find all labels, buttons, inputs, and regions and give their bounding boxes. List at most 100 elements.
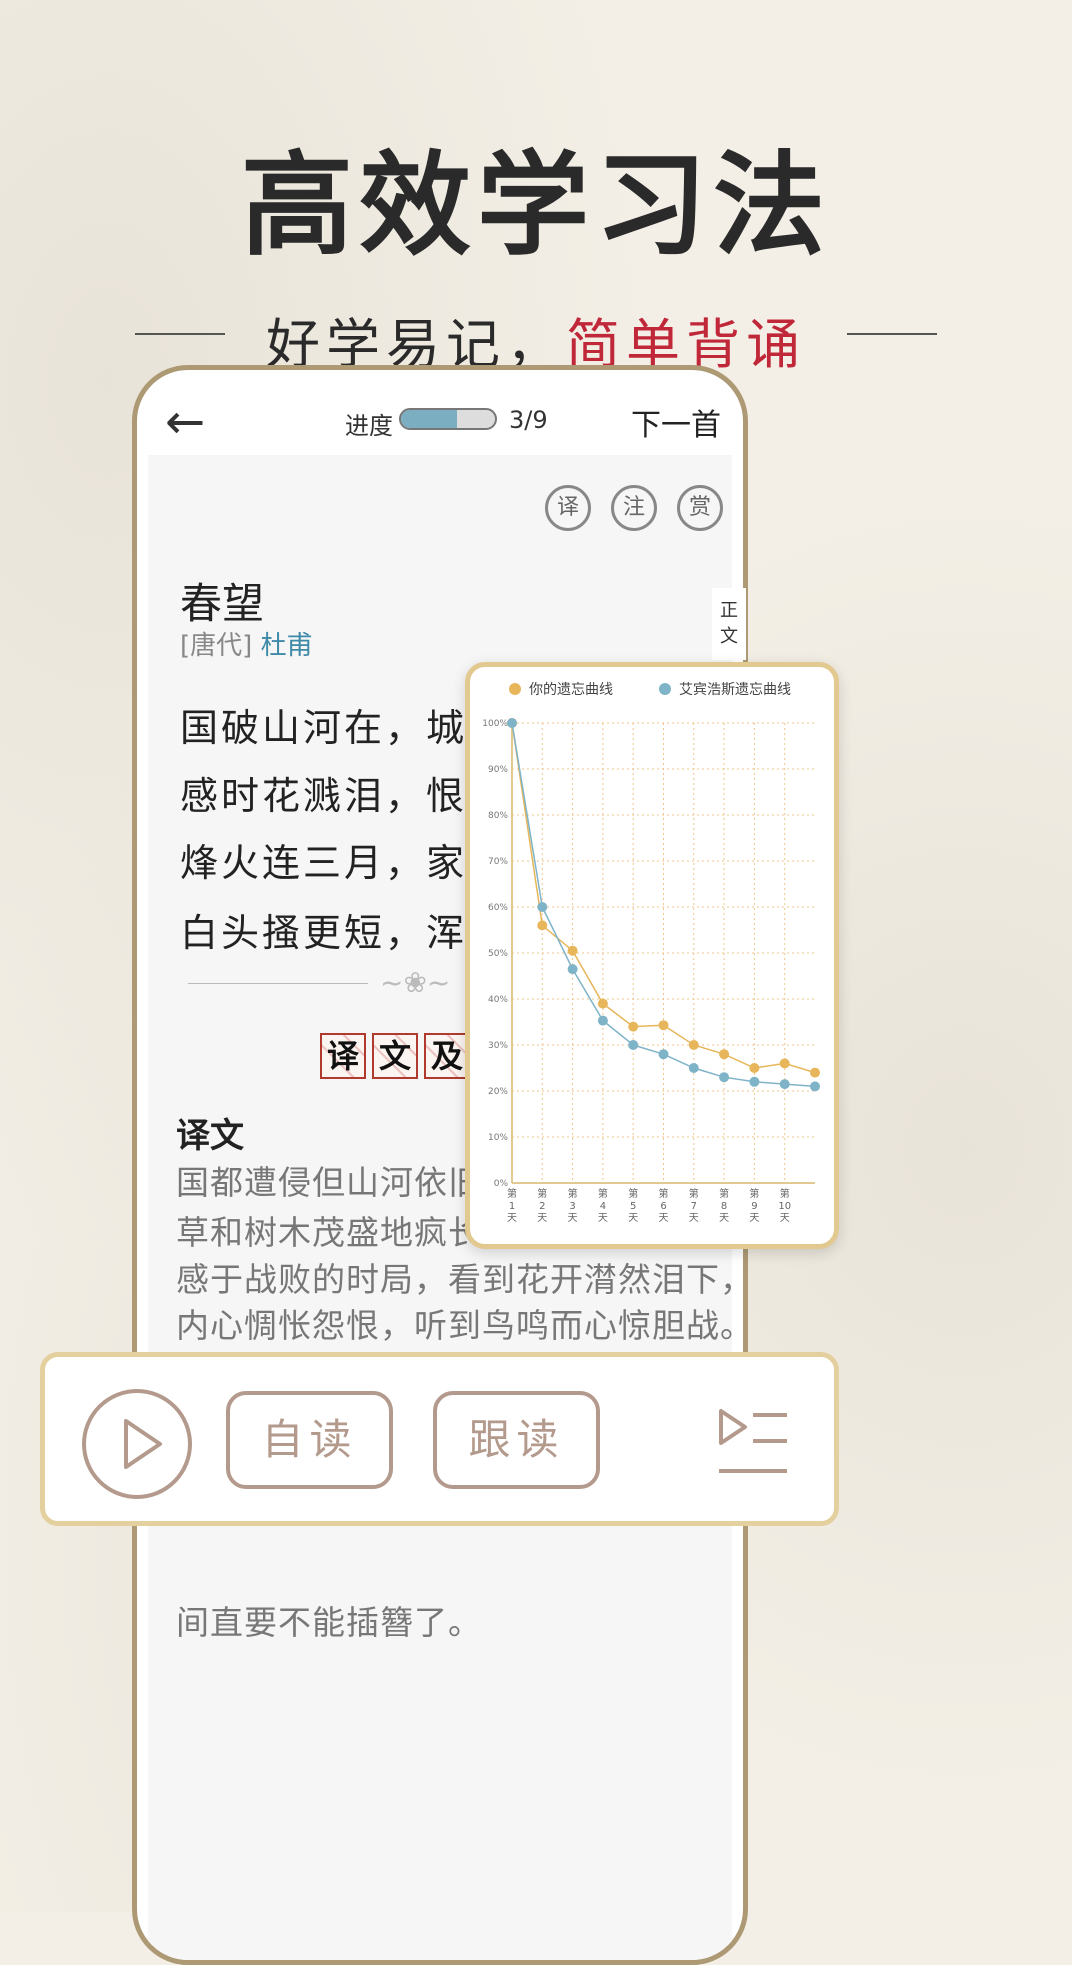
subtitle-line-right [847,333,937,335]
x-tick-label: 天 [537,1213,547,1224]
data-point [628,1021,639,1032]
data-point [719,1072,730,1083]
x-tick-label: 第 [749,1187,759,1200]
data-point [779,1079,790,1090]
data-point [658,1049,669,1060]
top-bar: ← 进度 3/9 下一首 [137,370,743,455]
y-tick-label: 30% [488,1041,508,1051]
translation-line: 草和树木茂盛地疯长 [176,1213,482,1252]
author-link[interactable]: 杜甫 [261,631,313,661]
poem-line: 白头搔更短，浑欲 [180,911,509,955]
legend-label: 你的遗忘曲线 [529,682,613,698]
translate-button[interactable]: 译 [545,485,591,531]
data-point [597,998,608,1009]
follow-read-button[interactable]: 跟读 [433,1391,600,1489]
x-tick-label: 第 [598,1187,608,1200]
play-icon [124,1419,162,1469]
series-line [511,722,816,1074]
x-tick-label: 2 [539,1201,545,1212]
x-tick-label: 第 [780,1187,790,1200]
x-tick-label: 第 [628,1187,638,1200]
tab-label: 正 [720,600,738,621]
divider [188,983,368,984]
play-button[interactable] [82,1389,192,1499]
arrow-left-icon[interactable]: ← [165,398,205,446]
progress-fill [401,410,458,428]
x-tick-label: 第 [719,1187,729,1200]
x-tick-label: 1 [509,1201,515,1212]
data-point [507,718,517,728]
x-tick-label: 天 [568,1213,578,1224]
progress-label: 进度 [345,412,393,440]
x-tick-label: 天 [659,1213,669,1224]
x-tick-label: 天 [780,1213,790,1224]
playlist-icon[interactable] [717,1407,789,1477]
x-tick-label: 7 [691,1201,697,1212]
y-tick-label: 0% [494,1179,509,1189]
y-tick-label: 20% [488,1087,508,1097]
y-tick-label: 80% [488,811,508,821]
legend-marker [659,683,671,695]
x-tick-label: 5 [630,1201,636,1212]
x-tick-label: 6 [660,1201,666,1212]
data-point [810,1067,820,1078]
notes-button[interactable]: 注 [611,485,657,531]
x-tick-label: 第 [537,1187,547,1200]
y-tick-label: 10% [488,1133,508,1143]
x-tick-label: 10 [778,1201,791,1212]
poem-line: 烽火连三月，家书 [180,841,509,885]
section-stamp[interactable]: 文 [372,1033,418,1079]
poem-meta: [唐代] 杜甫 [180,625,313,662]
data-point [537,902,548,912]
data-point [749,1076,760,1087]
x-tick-label: 天 [749,1213,759,1224]
section-stamp[interactable]: 译 [320,1033,366,1079]
x-tick-label: 第 [568,1187,578,1200]
poem-line: 感时花溅泪，恨别 [180,774,509,818]
headline: 高效学习法 [241,140,831,271]
data-point [749,1063,760,1073]
poem-title: 春望 [180,579,265,628]
y-tick-label: 100% [482,719,508,729]
data-point [719,1049,730,1060]
appreciation-button[interactable]: 赏 [677,485,723,531]
translation-line: 国都遭侵但山河依旧 [176,1163,482,1202]
y-tick-label: 40% [488,995,508,1005]
bottom-bar: 自读 跟读 [40,1352,839,1526]
translation-title: 译文 [176,1116,244,1156]
tab-main-text[interactable]: 正文 [712,588,746,660]
data-point [567,945,578,956]
progress-count: 3/9 [509,406,548,434]
data-point [810,1081,820,1092]
data-point [537,920,548,931]
x-tick-label: 第 [659,1187,669,1200]
x-tick-label: 天 [507,1213,517,1224]
x-tick-label: 4 [600,1201,606,1212]
x-tick-label: 8 [721,1201,727,1212]
x-tick-label: 天 [719,1213,729,1224]
progress-bar [399,408,497,430]
ornament-icon: ~❀~ [380,966,451,999]
data-point [628,1040,639,1050]
data-point [597,1015,608,1026]
y-tick-label: 60% [488,903,508,913]
data-point [779,1058,790,1069]
dynasty: [唐代] [180,631,253,661]
data-point [567,964,578,975]
y-tick-label: 70% [488,857,508,867]
forgetting-curve-card: 你的遗忘曲线 艾宾浩斯遗忘曲线 0% 10% 20% 30% 40% 50% 60% 70% 80%… [465,662,839,1249]
poem-line: 国破山河在，城春 [180,706,509,750]
x-tick-label: 天 [598,1213,608,1224]
x-tick-label: 第 [507,1187,517,1200]
tab-label: 文 [720,626,738,647]
x-tick-label: 第 [689,1187,699,1200]
next-poem-button[interactable]: 下一首 [631,400,721,444]
section-stamp[interactable]: 及 [424,1033,470,1079]
x-tick-label: 9 [751,1201,757,1212]
y-tick-label: 90% [488,765,508,775]
data-point [658,1020,669,1031]
legend-marker [509,683,521,695]
self-read-button[interactable]: 自读 [226,1391,393,1489]
x-tick-label: 天 [628,1213,638,1224]
data-point [688,1063,699,1073]
